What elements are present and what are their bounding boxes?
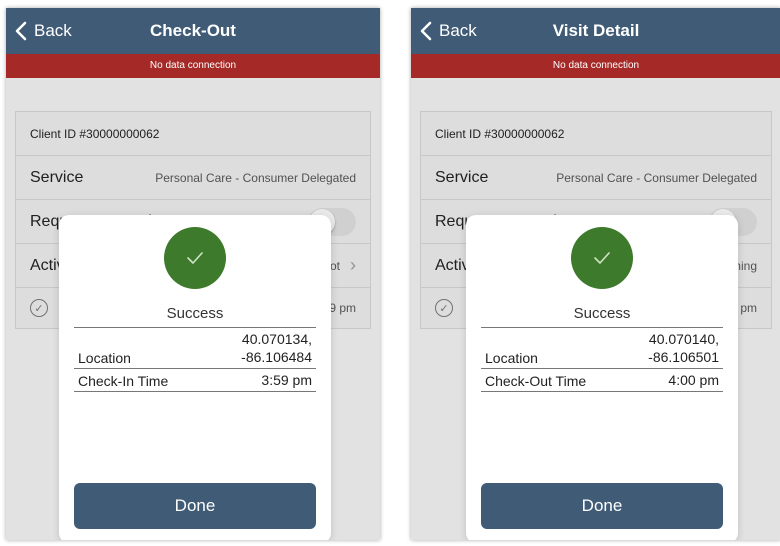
back-button[interactable]: Back <box>417 8 477 54</box>
location-row: Location 40.070140, -86.106501 <box>481 328 723 369</box>
location-label: Location <box>485 350 538 366</box>
checkmark-icon <box>164 227 226 289</box>
detail-table: Location 40.070140, -86.106501 Check-Out… <box>481 327 723 392</box>
location-longitude: -86.106501 <box>648 349 719 365</box>
detail-table: Location 40.070134, -86.106484 Check-In … <box>74 327 316 392</box>
visit-detail-screen: Back Visit Detail No data connection Cli… <box>411 8 780 540</box>
navigation-bar: Back Visit Detail <box>411 8 780 54</box>
chevron-left-icon <box>15 21 27 41</box>
location-value: 40.070140, -86.106501 <box>648 330 719 366</box>
location-value: 40.070134, -86.106484 <box>241 330 312 366</box>
success-dialog: Success Location 40.070134, -86.106484 C… <box>59 215 331 540</box>
time-value: 3:59 pm <box>261 372 312 388</box>
done-button[interactable]: Done <box>481 483 723 529</box>
location-label: Location <box>78 350 131 366</box>
checkmark-icon <box>571 227 633 289</box>
time-label: Check-In Time <box>78 373 169 389</box>
location-longitude: -86.106484 <box>241 349 312 365</box>
success-dialog: Success Location 40.070140, -86.106501 C… <box>466 215 738 540</box>
time-row: Check-Out Time 4:00 pm <box>481 369 723 392</box>
chevron-left-icon <box>420 21 432 41</box>
back-button[interactable]: Back <box>12 8 72 54</box>
location-latitude: 40.070134, <box>241 331 312 347</box>
location-latitude: 40.070140, <box>648 331 719 347</box>
time-row: Check-In Time 3:59 pm <box>74 369 316 392</box>
location-row: Location 40.070134, -86.106484 <box>74 328 316 369</box>
connection-banner: No data connection <box>411 54 780 78</box>
check-out-screen: Back Check-Out No data connection Client… <box>6 8 380 540</box>
connection-banner: No data connection <box>6 54 380 78</box>
success-title: Success <box>573 305 631 322</box>
back-label: Back <box>439 21 477 40</box>
time-label: Check-Out Time <box>485 373 587 389</box>
navigation-bar: Back Check-Out <box>6 8 380 54</box>
done-button[interactable]: Done <box>74 483 316 529</box>
success-title: Success <box>166 305 224 322</box>
time-value: 4:00 pm <box>668 372 719 388</box>
back-label: Back <box>34 21 72 40</box>
